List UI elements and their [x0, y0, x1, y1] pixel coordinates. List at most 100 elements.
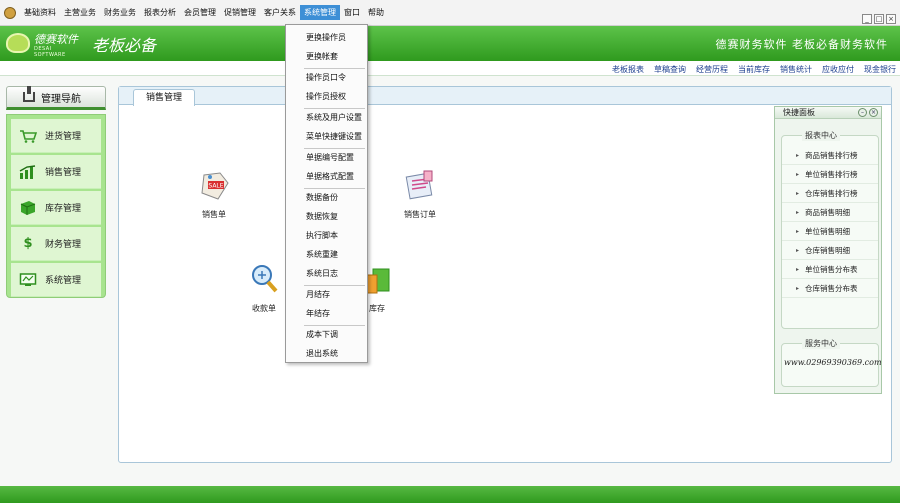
menu-change-operator[interactable]: 更换操作员	[286, 29, 367, 47]
function-label: 销售订单	[404, 210, 436, 219]
menu-window[interactable]: 窗口	[340, 5, 364, 20]
menu-data-restore[interactable]: 数据恢复	[286, 208, 367, 226]
menu-finance-business[interactable]: 财务业务	[100, 5, 140, 20]
menu-basic-data[interactable]: 基础资料	[20, 5, 60, 20]
report-item[interactable]: ▸ 单位销售分布表	[782, 260, 878, 279]
service-center-title: 服务中心	[802, 338, 840, 349]
menu-exit-system[interactable]: 退出系统	[286, 345, 367, 363]
bullet-icon: ▸	[796, 189, 800, 197]
nav-item-system[interactable]: 系统管理	[11, 263, 101, 297]
bullet-icon: ▸	[796, 284, 800, 292]
sales-chart-icon	[19, 164, 37, 180]
report-item-label: 商品销售排行榜	[805, 150, 858, 160]
link-business-history[interactable]: 经营历程	[696, 64, 728, 75]
logo-subtitle: DESAI SOFTWARE	[34, 46, 66, 58]
nav-header: 管理导航	[6, 86, 106, 110]
close-button[interactable]: ×	[886, 14, 896, 24]
bullet-icon: ▸	[796, 265, 800, 273]
menu-system-log[interactable]: 系统日志	[286, 265, 367, 283]
menu-change-account-set[interactable]: 更换帐套	[286, 48, 367, 66]
menu-customer-relations[interactable]: 客户关系	[260, 5, 300, 20]
nav-item-inventory[interactable]: 库存管理	[11, 191, 101, 225]
window-controls: _ □ ×	[862, 14, 896, 24]
menu-system-rebuild[interactable]: 系统重建	[286, 246, 367, 264]
menu-system-user-settings[interactable]: 系统及用户设置	[286, 109, 367, 127]
menu-bar: 基础资料 主营业务 财务业务 报表分析 会员管理 促销管理 客户关系 系统管理 …	[0, 0, 900, 26]
menu-cost-adjustment[interactable]: 成本下调	[286, 326, 367, 344]
dollar-icon: $	[23, 236, 33, 251]
menu-monthly-closing[interactable]: 月结存	[286, 286, 367, 304]
menu-report-analysis[interactable]: 报表分析	[140, 5, 180, 20]
report-item-label: 仓库销售分布表	[805, 283, 858, 293]
quick-panel: 快捷面板 – × 报表中心 ▸ 商品销售排行榜 ▸ 单位销售排行榜 ▸ 仓库销售排行榜…	[774, 106, 882, 394]
tab-sales-management[interactable]: 销售管理	[133, 89, 196, 106]
link-boss-report[interactable]: 老板报表	[612, 64, 644, 75]
report-item[interactable]: ▸ 仓库销售明细	[782, 241, 878, 260]
report-center-title: 报表中心	[802, 130, 840, 141]
report-item[interactable]: ▸ 商品销售排行榜	[782, 146, 878, 165]
bullet-icon: ▸	[796, 170, 800, 178]
brand-logo: 德赛软件 DESAI SOFTWARE	[6, 29, 84, 58]
nav-item-purchase[interactable]: 进货管理	[11, 119, 101, 153]
tab-strip: 销售管理	[119, 87, 891, 106]
logo-name: 德赛软件	[34, 33, 78, 46]
close-panel-icon[interactable]: ×	[869, 108, 878, 117]
nav-label-system: 系统管理	[45, 276, 82, 286]
report-item[interactable]: ▸ 商品销售明细	[782, 203, 878, 222]
report-item[interactable]: ▸ 仓库销售分布表	[782, 279, 878, 298]
link-sales-stats[interactable]: 销售统计	[780, 64, 812, 75]
function-sales-order[interactable]: 销售订单	[390, 167, 450, 220]
banner-slogan: 德赛财务软件 老板必备财务软件	[715, 38, 888, 51]
navigation-panel: 进货管理 销售管理 库存管理 $ 财务管理 系统管理	[6, 114, 106, 298]
menu-member-management[interactable]: 会员管理	[180, 5, 220, 20]
nav-item-sales[interactable]: 销售管理	[11, 155, 101, 189]
link-receivables-payables[interactable]: 应收应付	[822, 64, 854, 75]
receipt-magnifier-icon	[246, 261, 282, 297]
link-cash-bank[interactable]: 现金银行	[864, 64, 896, 75]
link-current-stock[interactable]: 当前库存	[738, 64, 770, 75]
nav-header-label: 管理导航	[41, 93, 81, 105]
minimize-button[interactable]: _	[862, 14, 872, 24]
bullet-icon: ▸	[796, 151, 800, 159]
bullet-icon: ▸	[796, 208, 800, 216]
menu-operator-password[interactable]: 操作员口令	[286, 69, 367, 87]
menu-data-backup[interactable]: 数据备份	[286, 189, 367, 207]
service-center-group: 服务中心 www.02969390369.com	[781, 338, 882, 387]
menu-promotion-management[interactable]: 促销管理	[220, 5, 260, 20]
report-item-label: 商品销售明细	[805, 207, 851, 217]
system-monitor-icon	[19, 272, 37, 288]
logo-mark-icon	[6, 33, 30, 53]
quick-panel-title: 快捷面板 – ×	[775, 107, 881, 119]
menu-help[interactable]: 帮助	[364, 5, 388, 20]
header-banner: 德赛软件 DESAI SOFTWARE 老板必备 德赛财务软件 老板必备财务软件	[0, 26, 900, 61]
restore-button[interactable]: □	[874, 14, 884, 24]
shopping-cart-icon	[19, 128, 37, 144]
inventory-icon	[19, 200, 37, 216]
report-item[interactable]: ▸ 单位销售排行榜	[782, 165, 878, 184]
bullet-icon: ▸	[796, 246, 800, 254]
collapse-panel-icon[interactable]: –	[858, 108, 867, 117]
menu-operator-authorization[interactable]: 操作员授权	[286, 88, 367, 106]
menu-run-script[interactable]: 执行脚本	[286, 227, 367, 245]
menu-shortcut-settings[interactable]: 菜单快捷键设置	[286, 128, 367, 146]
menu-document-number-config[interactable]: 单据编号配置	[286, 149, 367, 167]
report-item[interactable]: ▸ 仓库销售排行榜	[782, 184, 878, 203]
nav-label-inventory: 库存管理	[45, 204, 82, 214]
report-item[interactable]: ▸ 单位销售明细	[782, 222, 878, 241]
link-draft-query[interactable]: 草稿查询	[654, 64, 686, 75]
menu-main-business[interactable]: 主营业务	[60, 5, 100, 20]
nav-label-sales: 销售管理	[45, 168, 82, 178]
bullet-icon: ▸	[796, 227, 800, 235]
menu-yearly-closing[interactable]: 年结存	[286, 305, 367, 323]
menu-system-management[interactable]: 系统管理	[300, 5, 340, 20]
sale-tag-icon: SALE	[196, 167, 232, 203]
system-management-dropdown: 更换操作员 更换帐套 操作员口令 操作员授权 系统及用户设置 菜单快捷键设置 单…	[285, 24, 368, 363]
nav-item-finance[interactable]: $ 财务管理	[11, 227, 101, 261]
menu-document-format-config[interactable]: 单据格式配置	[286, 168, 367, 186]
app-logo-icon[interactable]	[4, 6, 16, 19]
status-bar	[0, 486, 900, 503]
report-center-group: 报表中心 ▸ 商品销售排行榜 ▸ 单位销售排行榜 ▸ 仓库销售排行榜 ▸ 商品销售明细 …	[781, 130, 879, 329]
function-sales-slip[interactable]: SALE 销售单	[184, 167, 244, 220]
quick-panel-title-text: 快捷面板	[783, 108, 815, 117]
svg-text:SALE: SALE	[208, 183, 223, 190]
